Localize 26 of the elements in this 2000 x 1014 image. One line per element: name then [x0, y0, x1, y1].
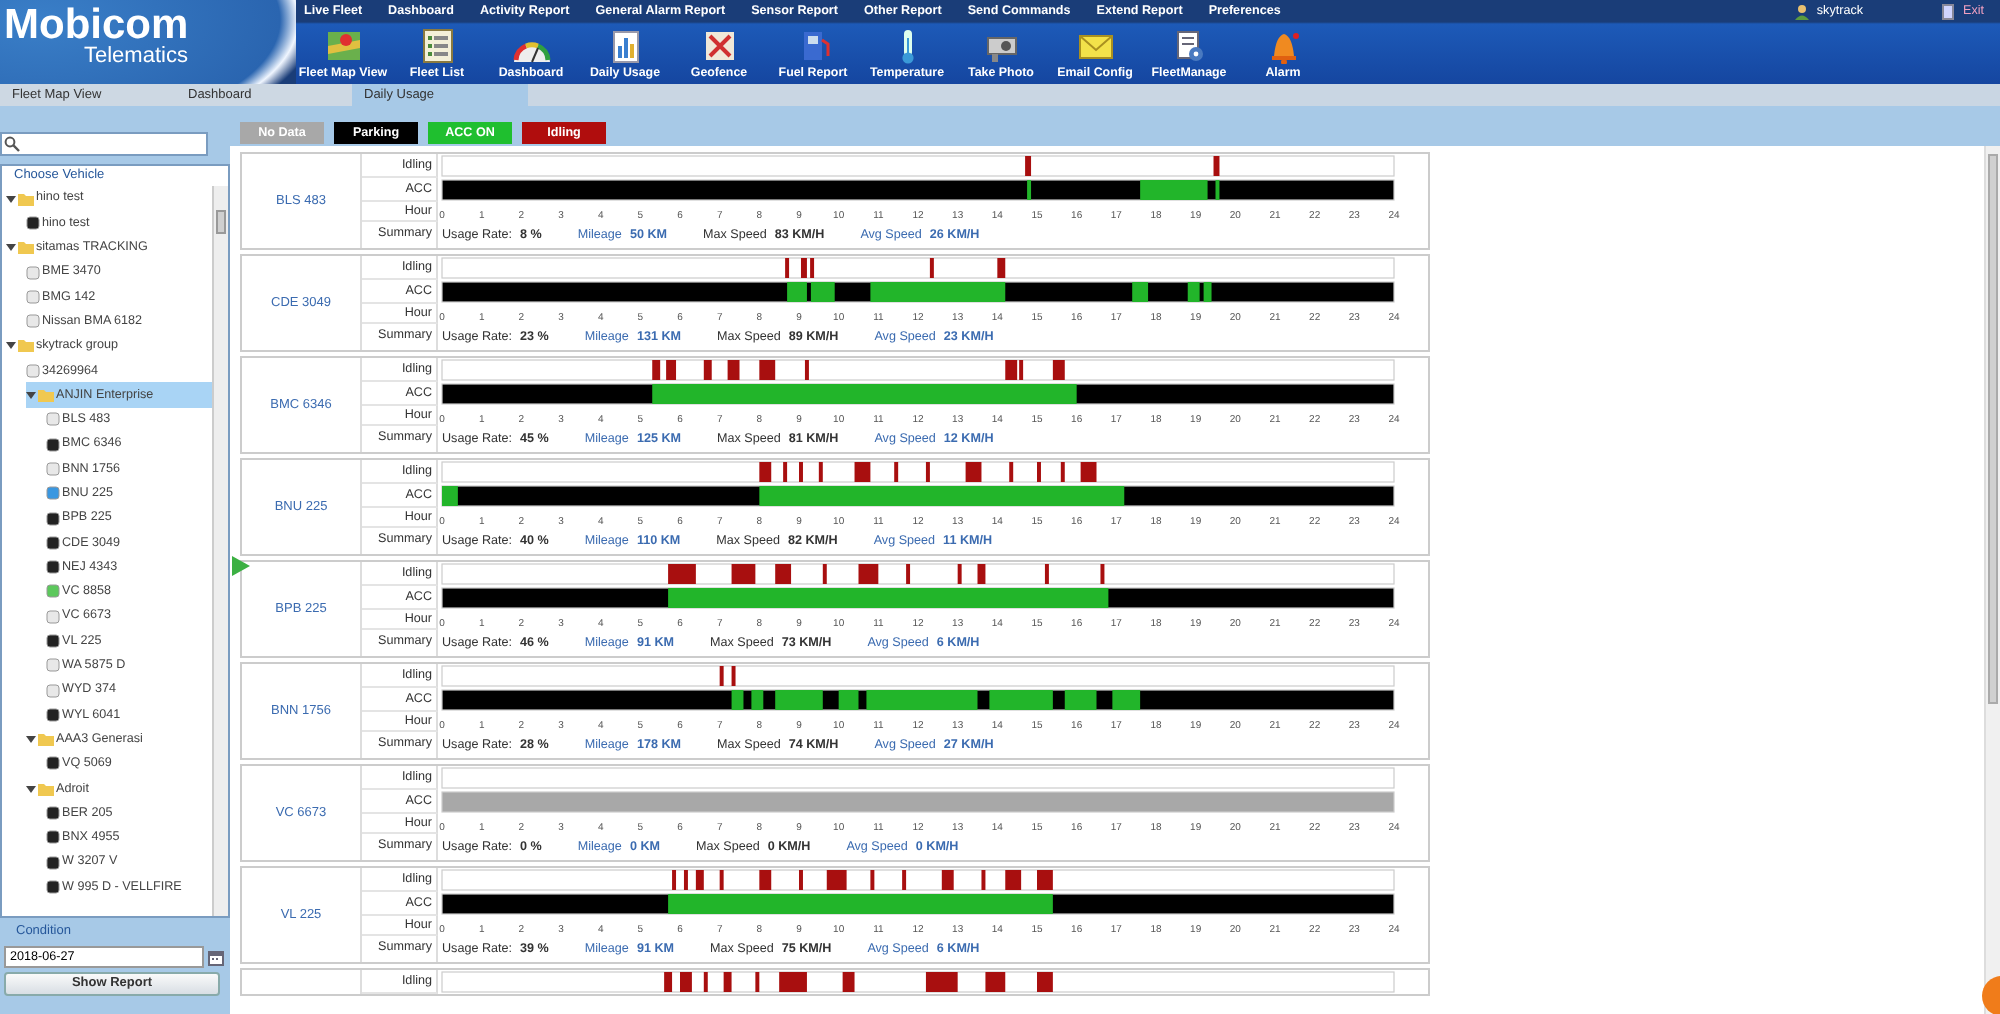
expand-arrow-icon[interactable] [26, 783, 36, 794]
logo-name: Mobicom [4, 4, 191, 46]
scrollbar[interactable] [212, 186, 228, 916]
folder-icon [38, 781, 54, 796]
expand-arrow-icon[interactable] [6, 193, 16, 204]
expand-arrow-icon[interactable] [6, 242, 16, 253]
search-icon [4, 136, 20, 152]
scrollbar[interactable] [1984, 146, 2000, 1014]
gauge-icon [511, 41, 551, 64]
folder-icon [38, 388, 54, 403]
expand-arrow-icon[interactable] [6, 340, 16, 351]
folder-icon [18, 240, 34, 255]
expand-arrow-icon[interactable] [26, 734, 36, 745]
calendar-icon[interactable] [208, 949, 224, 965]
collapse-arrow-icon[interactable] [232, 556, 250, 576]
folder-icon [18, 191, 34, 206]
list-icon [417, 27, 457, 64]
thermometer-icon [901, 27, 913, 64]
search-field[interactable] [0, 132, 208, 156]
expand-arrow-icon[interactable] [26, 390, 36, 401]
logo-subtitle: Telematics [82, 46, 190, 68]
user-icon [1794, 4, 1811, 20]
map-icon [323, 27, 363, 64]
folder-icon [18, 338, 34, 353]
exit-icon[interactable] [1941, 4, 1953, 20]
folder-icon [38, 732, 54, 747]
